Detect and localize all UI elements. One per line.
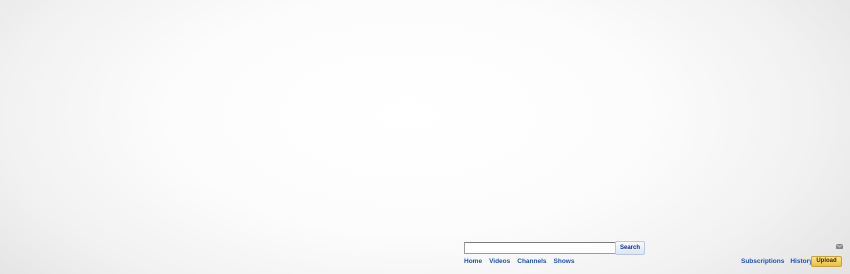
search-input[interactable] [464,242,616,254]
subscriptions-link[interactable]: Subscriptions [741,258,784,268]
main-nav: Home Videos Channels Shows [464,258,574,268]
user-nav: Subscriptions History [741,258,813,268]
nav-shows-link[interactable]: Shows [554,258,575,268]
mail-icon[interactable] [836,244,843,249]
upload-button[interactable]: Upload [811,256,842,267]
nav-videos-link[interactable]: Videos [489,258,510,268]
nav-home-link[interactable]: Home [464,258,482,268]
nav-channels-link[interactable]: Channels [517,258,546,268]
search-button[interactable]: Search [615,241,645,255]
history-link[interactable]: History [790,258,812,268]
masthead: Search Home Videos Channels Shows Subscr… [0,236,850,274]
